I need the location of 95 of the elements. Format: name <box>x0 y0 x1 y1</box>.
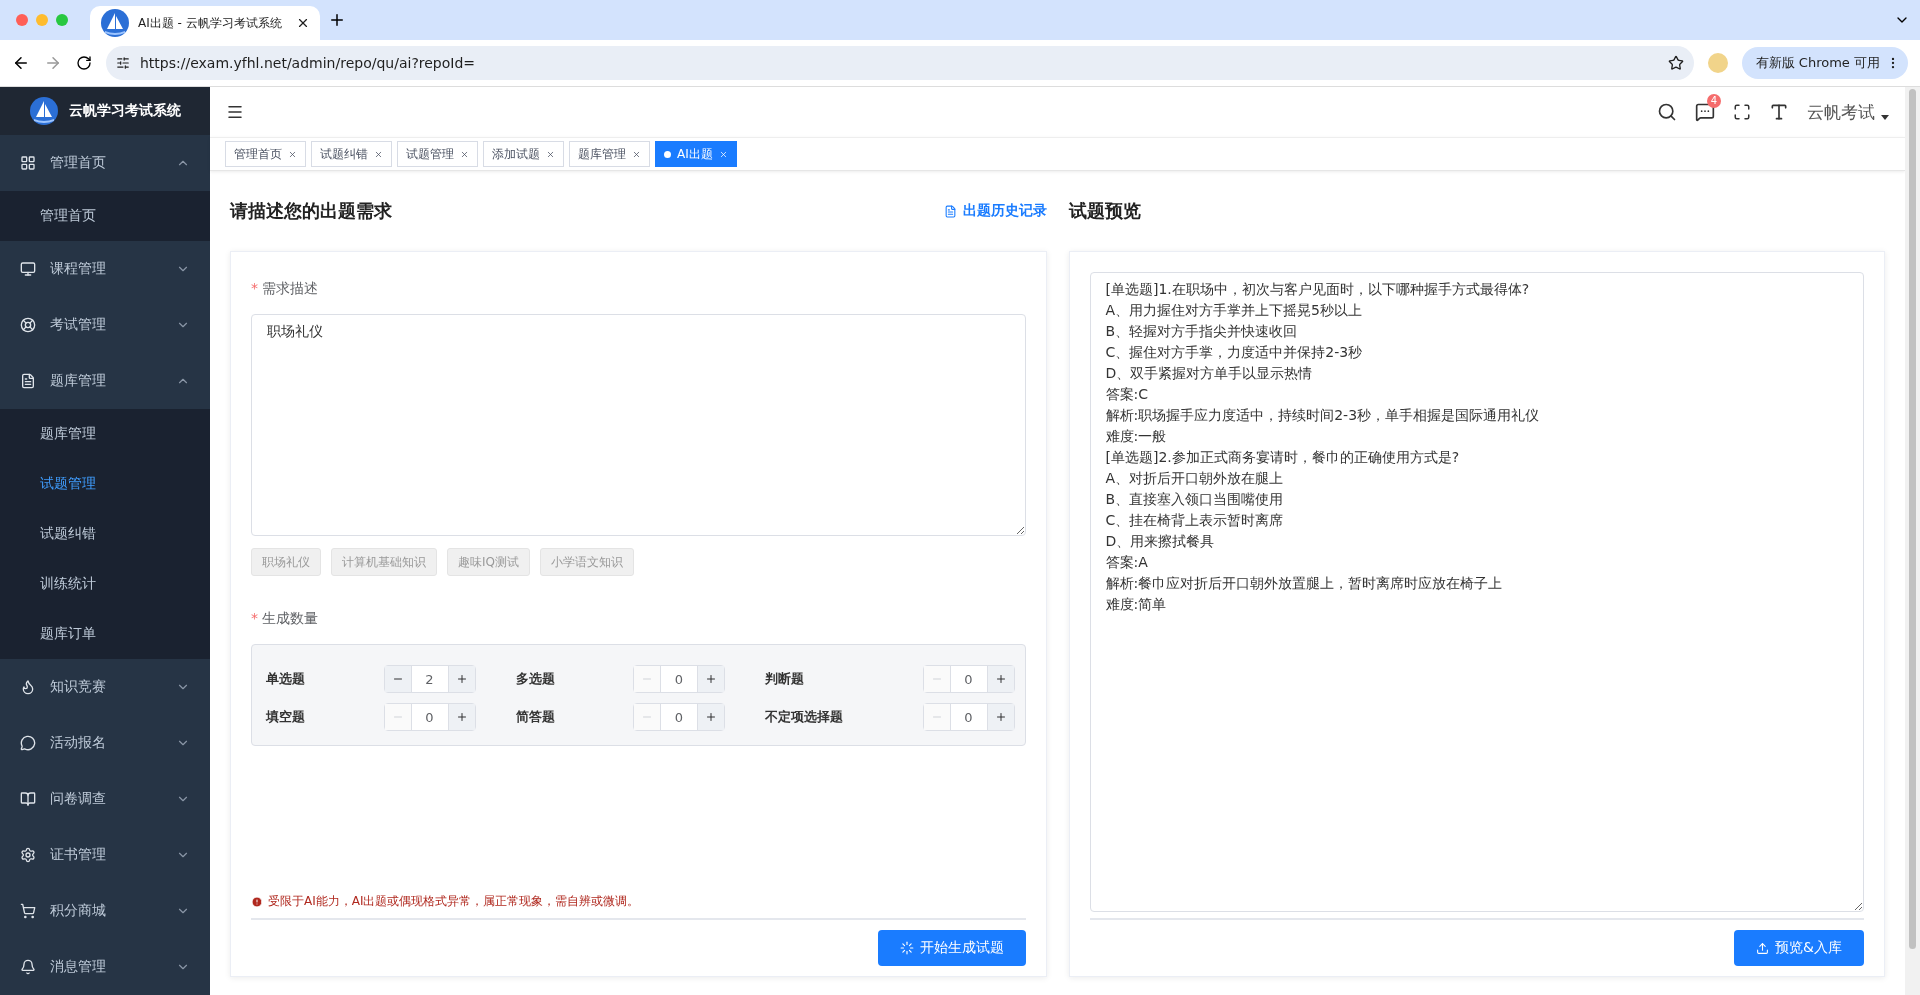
menu-item[interactable]: 题库订单 <box>0 609 210 659</box>
page-tab[interactable]: 试题纠错 <box>311 141 392 167</box>
plus-icon <box>455 673 468 685</box>
browser-tab[interactable]: AI出题 - 云帆学习考试系统 <box>90 6 320 40</box>
plus-button[interactable] <box>698 666 724 692</box>
number-stepper[interactable]: 0 <box>922 665 1015 693</box>
back-icon[interactable] <box>12 54 30 72</box>
number-stepper[interactable]: 0 <box>633 703 725 731</box>
preview-field[interactable]: [单选题]1.在职场中，初次与客户见面时，以下哪种握手方式最得体? A、用力握住对方手掌并上下摇晃5秒以上 B、轻握对方手指尖并快速收回 C、握住对方手掌，力度适中并保持2-3秒 D、双手紧握对方单手以显示热情 答案:C 解析:职场握手应力度适中，持续时间2-3秒，单手相握是国际通用礼仪 难度:一般 [单选题]2.参加正式商务宴请时，餐巾的正确使用方式是? A、对折后开口朝外放在腿上 B、直接塞入领口当围嘴使用 C、挂在椅背上表示暂时离席 D、用来擦拭餐具 答案:A 解析:餐巾应对折后开口朝外放置腿上，暂时离席时应放在椅子上 难度:简单 <box>1089 272 1864 912</box>
user-name[interactable]: 云帆考试 <box>1807 100 1875 124</box>
section-title: 试题预览 <box>1068 199 1141 223</box>
generate-button[interactable]: 开始生成试题 <box>877 930 1026 966</box>
count-label: 简答题 <box>515 708 555 726</box>
book-icon <box>20 791 36 807</box>
number-stepper[interactable]: 0 <box>633 665 725 693</box>
section-title: 请描述您的出题需求 <box>230 199 392 223</box>
plus-icon <box>455 711 468 723</box>
page-tab[interactable]: 题库管理 <box>569 141 650 167</box>
flame-icon <box>20 679 36 695</box>
brand-name: 云帆学习考试系统 <box>69 102 181 120</box>
page-tab[interactable]: 试题管理 <box>397 141 478 167</box>
count-label: 填空题 <box>266 708 305 726</box>
menu-group[interactable]: 问卷调查 <box>0 771 210 827</box>
count-label: 不定项选择题 <box>765 708 843 726</box>
save-button[interactable]: 预览&入库 <box>1734 930 1864 966</box>
menu-group[interactable]: 课程管理 <box>0 241 210 297</box>
page-tab[interactable]: 管理首页 <box>225 141 306 167</box>
menu-item[interactable]: 题库管理 <box>0 409 210 459</box>
menu-group[interactable]: 管理首页 <box>0 135 210 191</box>
address-bar[interactable]: https://exam.yfhl.net/admin/repo/qu/ai?repoId= <box>106 46 1694 80</box>
plus-icon <box>994 711 1007 723</box>
logo-icon <box>29 96 59 126</box>
ring-icon <box>20 317 36 333</box>
cart-icon <box>20 903 36 919</box>
menu-item[interactable]: 管理首页 <box>0 191 210 241</box>
update-button[interactable]: 有新版 Chrome 可用 <box>1741 47 1908 79</box>
plus-icon <box>705 673 717 685</box>
chat-icon <box>20 735 36 751</box>
forward-icon[interactable] <box>44 54 62 72</box>
monitor-icon <box>20 261 36 277</box>
plus-icon <box>994 673 1007 685</box>
message-icon[interactable] <box>1695 102 1715 122</box>
document-icon <box>943 204 957 218</box>
field-label: * 生成数量 <box>251 610 319 628</box>
upload-icon <box>1756 941 1770 955</box>
burst-icon <box>899 941 914 955</box>
new-tab-icon[interactable] <box>328 11 346 29</box>
number-stepper[interactable]: 0 <box>922 703 1015 731</box>
menu-group[interactable]: 知识竞赛 <box>0 659 210 715</box>
menu-icon[interactable] <box>226 103 244 121</box>
menu-item[interactable]: 训练统计 <box>0 559 210 609</box>
scrollbar-thumb[interactable] <box>1909 89 1916 949</box>
count-label: 判断题 <box>765 670 804 688</box>
plus-button[interactable] <box>448 666 475 692</box>
bell-icon <box>20 959 36 975</box>
active-dot-icon <box>664 150 671 158</box>
menu-group[interactable]: 考试管理 <box>0 297 210 353</box>
field-label: * 需求描述 <box>251 280 319 298</box>
menu-group[interactable]: 消息管理 <box>0 939 210 995</box>
menu-group[interactable]: 题库管理 <box>0 353 210 409</box>
plus-button[interactable] <box>698 704 724 730</box>
description-field[interactable]: 职场礼仪 <box>251 314 1026 536</box>
bookmark-star-icon[interactable] <box>1667 55 1684 71</box>
notification-badge: 4 <box>1706 94 1721 108</box>
count-label: 多选题 <box>515 670 555 688</box>
document-icon <box>20 373 36 389</box>
reload-icon[interactable] <box>76 55 92 71</box>
minus-button[interactable] <box>384 666 411 692</box>
page-tab[interactable]: 添加试题 <box>483 141 564 167</box>
logo-icon <box>100 8 130 38</box>
grid-icon <box>20 155 36 171</box>
plus-icon <box>705 711 717 723</box>
menu-group[interactable]: 活动报名 <box>0 715 210 771</box>
window-controls-drawing[interactable] <box>16 14 68 26</box>
notice-text: 受限于AI能力，AI出题或偶现格式异常，属正常现象，需自辨或微调。 <box>268 893 640 910</box>
close-icon[interactable] <box>296 16 310 30</box>
plus-button[interactable] <box>987 704 1014 730</box>
menu-item[interactable]: 试题纠错 <box>0 509 210 559</box>
menu-item[interactable]: 试题管理 <box>0 459 210 509</box>
alert-icon <box>251 895 263 908</box>
gear-icon <box>20 847 36 863</box>
menu-group[interactable]: 证书管理 <box>0 827 210 883</box>
page-tab[interactable]: AI出题 <box>655 141 737 167</box>
site-settings-icon[interactable] <box>116 56 130 70</box>
count-label: 单选题 <box>266 670 305 688</box>
menu-group[interactable]: 积分商城 <box>0 883 210 939</box>
font-size-icon[interactable] <box>1769 102 1789 122</box>
caret-icon[interactable] <box>1881 114 1889 120</box>
plus-button[interactable] <box>448 704 475 730</box>
history-link[interactable]: 出题历史记录 <box>943 202 1047 220</box>
number-stepper[interactable]: 0 <box>383 703 476 731</box>
fullscreen-icon[interactable] <box>1733 103 1751 121</box>
search-icon[interactable] <box>1657 102 1677 122</box>
plus-button[interactable] <box>987 666 1014 692</box>
number-stepper[interactable]: 2 <box>383 665 476 693</box>
